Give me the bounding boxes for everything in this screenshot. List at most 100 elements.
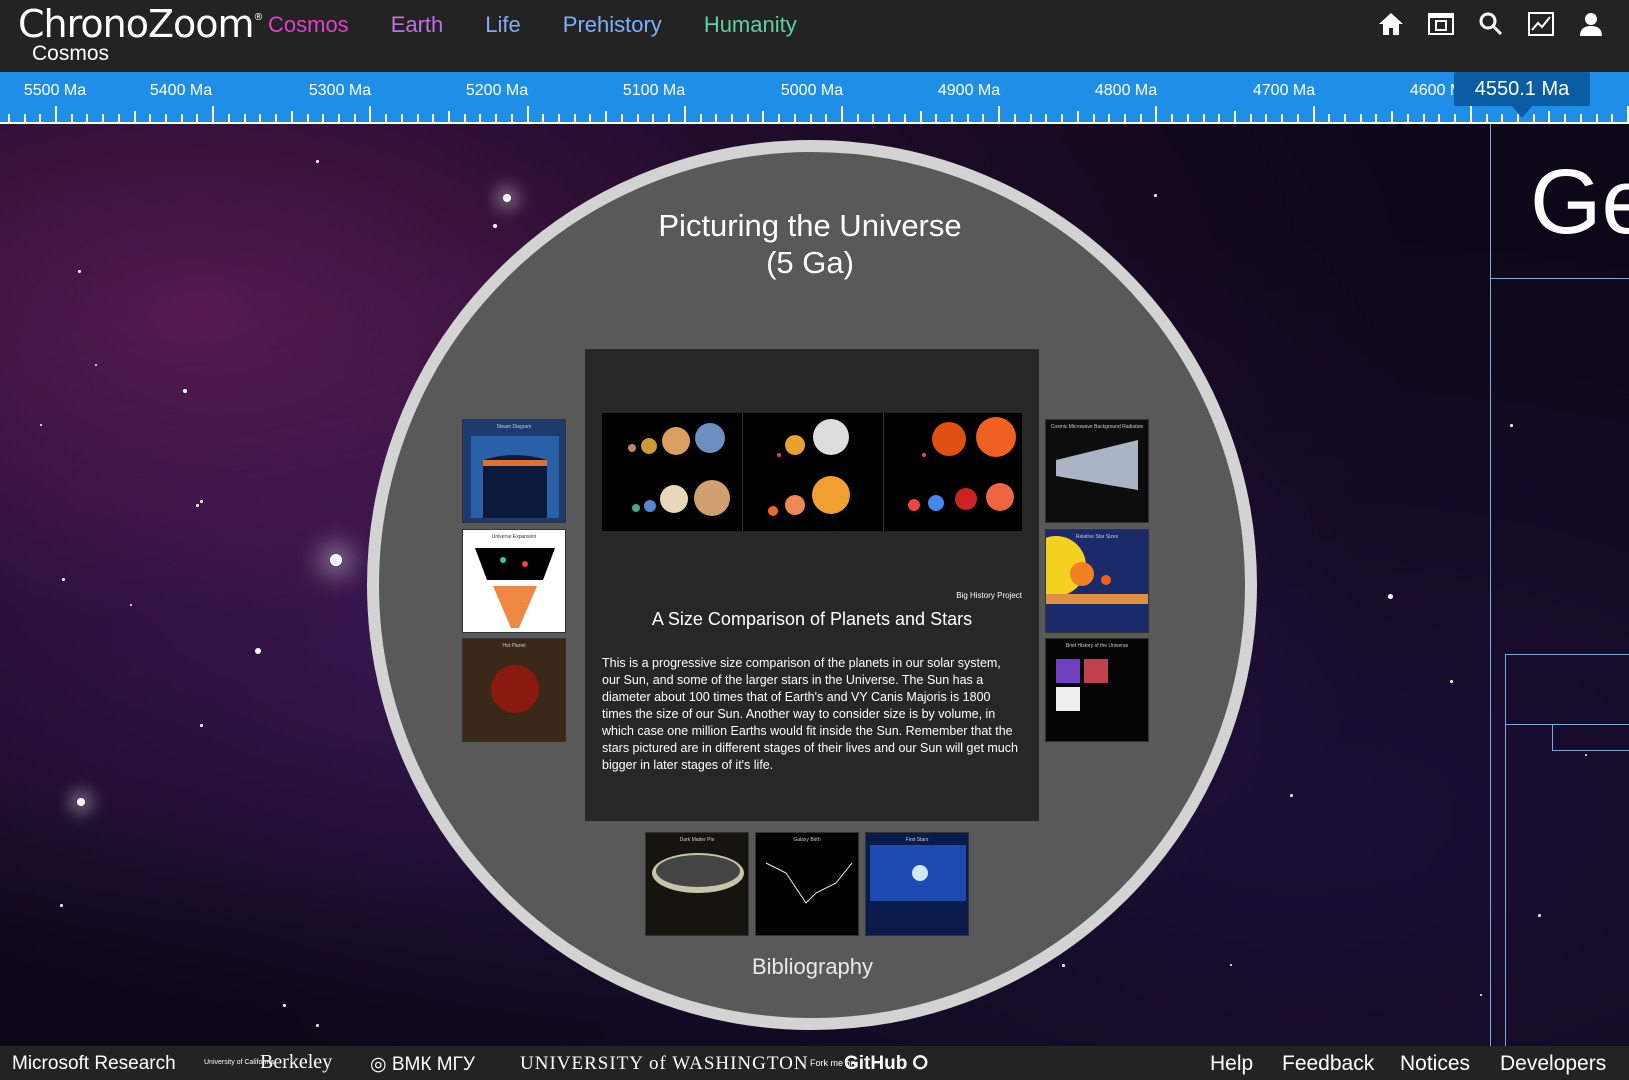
developers-link[interactable]: Developers [1500, 1052, 1606, 1076]
star [330, 554, 342, 566]
thumbnail-item[interactable]: Cosmic Microwave Background Radiation [1045, 419, 1149, 523]
nav-earth[interactable]: Earth [391, 12, 444, 38]
partial-timeline-title[interactable]: Ge [1530, 150, 1629, 255]
star [1585, 754, 1587, 756]
timeline-border [1552, 724, 1553, 750]
ruler-tick [1265, 114, 1268, 122]
ruler-tick [1564, 114, 1567, 122]
ruler-tick [369, 106, 372, 122]
user-icon[interactable] [1577, 10, 1605, 38]
tour-icon[interactable] [1427, 10, 1455, 38]
ruler-tick [1061, 114, 1064, 122]
ruler-tick [227, 114, 230, 122]
ruler-tick [1029, 114, 1032, 122]
star [60, 904, 63, 907]
star [1230, 964, 1232, 966]
uw-logo[interactable]: UNIVERSITY of WASHINGTON [520, 1053, 809, 1075]
feedback-link[interactable]: Feedback [1282, 1052, 1374, 1076]
help-link[interactable]: Help [1210, 1052, 1253, 1076]
thumbnail-image [475, 548, 555, 628]
ruler-tick [196, 114, 199, 122]
ruler-tick [1375, 114, 1378, 122]
exhibit-title: Picturing the Universe (5 Ga) [560, 207, 1060, 281]
ruler-tick [1234, 111, 1236, 122]
thumbnail-item[interactable]: Steam Diagram [462, 419, 566, 523]
thumbnail-item[interactable]: Dark Matter Pie [645, 832, 749, 936]
nav-life[interactable]: Life [485, 12, 520, 38]
thumbnail-caption: Hot Planet [502, 643, 526, 649]
ruler-tick [903, 114, 906, 122]
thumbnail-item[interactable]: Brief History of the Universe [1045, 638, 1149, 742]
ruler-tick [935, 114, 938, 122]
ruler-tick [652, 114, 655, 122]
ruler-tick [1454, 114, 1457, 122]
timeline-ruler[interactable]: 5500 Ma 5400 Ma 5300 Ma 5200 Ma 5100 Ma … [0, 72, 1629, 124]
microsoft-research-logo[interactable]: Microsoft Research [12, 1053, 176, 1075]
ruler-tick [841, 106, 843, 122]
star [1290, 794, 1293, 797]
berkeley-prefix: University of California [204, 1058, 275, 1066]
thumbnail-item[interactable]: Hot Planet [462, 638, 566, 742]
ruler-tick [856, 114, 859, 122]
nav-cosmos[interactable]: Cosmos [268, 12, 349, 38]
search-icon[interactable] [1477, 10, 1505, 38]
ruler-tick [275, 114, 278, 122]
vmk-msu-logo[interactable]: ◎ ВМК МГУ [370, 1053, 475, 1076]
ruler-tick [1202, 114, 1205, 122]
ruler-tick [290, 111, 293, 122]
ruler-tick [668, 114, 671, 122]
star [493, 224, 497, 228]
nav-prehistory[interactable]: Prehistory [563, 12, 662, 38]
ruler-tick [1438, 114, 1441, 122]
ruler-label: 5400 Ma [149, 82, 213, 99]
ruler-tick [322, 114, 325, 122]
ruler-tick [636, 114, 639, 122]
thumbnail-image [765, 862, 853, 904]
ruler-tick [872, 114, 875, 122]
star [77, 798, 85, 806]
ruler-tick [306, 114, 309, 122]
thumbnail-image [1046, 536, 1148, 604]
content-item-title: A Size Comparison of Planets and Stars [651, 609, 973, 629]
ruler-label: 4700 Ma [1252, 82, 1316, 99]
github-link[interactable]: Fork me onGitHub ⭘ [810, 1053, 928, 1075]
chronozoom-logo[interactable]: ChronoZoom® [18, 2, 264, 46]
content-item-card[interactable]: Big History Project A Size Comparison of… [585, 349, 1039, 821]
thumbnail-item[interactable]: Universe Expansion [462, 529, 566, 633]
ruler-tick [542, 114, 545, 122]
thumbnail-item[interactable]: Relative Star Sizes [1045, 529, 1149, 633]
home-icon[interactable] [1377, 10, 1405, 38]
vmk-msu-name: ВМК МГУ [391, 1054, 475, 1075]
exhibit-title-line2: (5 Ga) [766, 245, 854, 280]
star [316, 160, 319, 163]
star [200, 724, 203, 727]
star [255, 648, 261, 654]
notices-link[interactable]: Notices [1400, 1052, 1470, 1076]
bibliography-link[interactable]: Bibliography [700, 954, 925, 980]
ruler-tick [888, 114, 891, 122]
ruler-tick [1076, 111, 1079, 122]
chart-icon[interactable] [1527, 10, 1555, 38]
ruler-tick [1013, 114, 1016, 122]
nav-humanity[interactable]: Humanity [704, 12, 797, 38]
ruler-label: 5300 Ma [308, 82, 372, 99]
ruler-tick [1108, 114, 1111, 122]
ruler-tick [133, 111, 136, 122]
current-regime-label: Cosmos [32, 42, 110, 65]
star [183, 389, 187, 393]
ruler-tick [212, 106, 215, 122]
thumbnail-item[interactable]: Galaxy Birth [755, 832, 859, 936]
timeline-border [1505, 724, 1629, 725]
thumbnail-item[interactable]: First Stars [865, 832, 969, 936]
thumbnail-caption: First Stars [905, 837, 929, 843]
ruler-tick [966, 114, 969, 122]
msu-emblem-icon: ◎ [370, 1054, 392, 1075]
ruler-label: 5500 Ma [23, 82, 87, 99]
ruler-tick [1123, 114, 1126, 122]
ruler-tick [23, 114, 26, 122]
ruler-tick [1532, 114, 1535, 122]
timeline-border [1552, 750, 1629, 751]
thumbnail-image [870, 845, 966, 901]
berkeley-logo[interactable]: University of CaliforniaBerkeley [204, 1051, 332, 1074]
regime-nav: Cosmos Earth Life Prehistory Humanity [268, 12, 839, 38]
